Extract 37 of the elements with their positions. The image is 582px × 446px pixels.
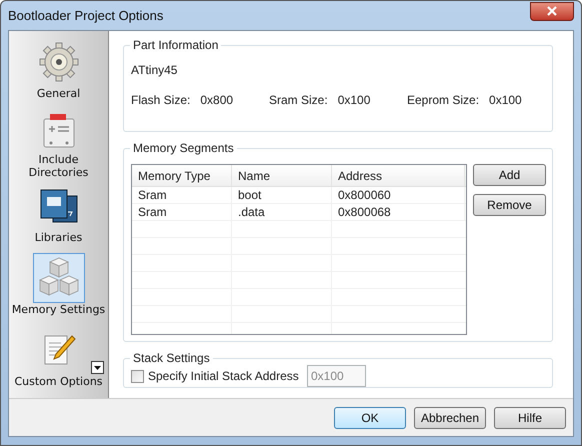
table-cell: Sram: [132, 204, 232, 220]
table-cell: Sram: [132, 187, 232, 203]
group-title: Stack Settings: [130, 350, 213, 366]
field-label: Sram Size:: [269, 92, 328, 109]
table-cell: boot: [232, 187, 332, 203]
table-cell: 0x800060: [332, 187, 465, 203]
sidebar-item[interactable]: Memory Settings: [10, 253, 106, 323]
books-icon: [38, 188, 78, 224]
segment-action-button[interactable]: Add: [473, 164, 546, 186]
field-value: 0x100: [338, 92, 370, 109]
checkbox-label: Specify Initial Stack Address: [148, 368, 299, 385]
gear-icon: [38, 42, 78, 82]
table-cell: .data: [232, 204, 332, 220]
dialog-button[interactable]: Abbrechen: [414, 406, 486, 428]
table-row[interactable]: Sram .data 0x800068: [132, 204, 466, 221]
close-button[interactable]: [530, 2, 574, 20]
segment-action-button[interactable]: Remove: [473, 194, 546, 216]
document-icon: [42, 113, 76, 149]
column-header[interactable]: Name: [232, 165, 332, 186]
device-name: ATtiny45: [131, 62, 178, 79]
table-row[interactable]: Sram boot 0x800060: [132, 187, 466, 204]
sidebar-item[interactable]: Include Directories: [10, 109, 106, 179]
note-pencil-icon: [42, 333, 76, 367]
field-label: Flash Size:: [131, 92, 190, 109]
sidebar-item[interactable]: General: [10, 37, 106, 107]
sidebar-item[interactable]: Libraries: [10, 181, 106, 251]
field-value: 0x100: [489, 92, 522, 109]
field-value: 0x800: [200, 92, 234, 109]
dialog-button[interactable]: Hilfe: [494, 406, 566, 428]
column-header[interactable]: Address: [332, 165, 465, 186]
field-label: Eeprom Size:: [407, 92, 480, 109]
window-title: Bootloader Project Options: [8, 6, 164, 25]
column-header[interactable]: Memory Type: [132, 165, 232, 186]
checkbox[interactable]: [131, 370, 144, 382]
close-icon: [547, 6, 557, 16]
dialog-button[interactable]: OK: [334, 406, 406, 428]
table-cell: 0x800068: [332, 204, 465, 220]
